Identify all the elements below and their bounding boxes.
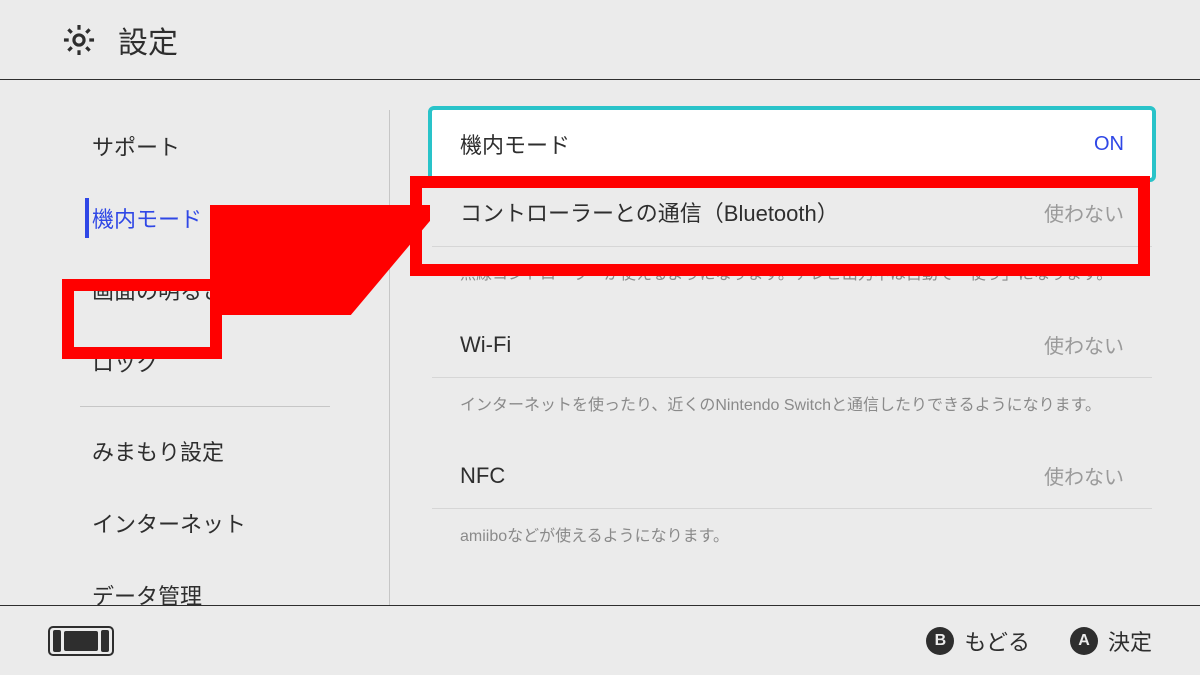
setting-label: 機内モード: [460, 128, 570, 160]
hint-back: B もどる: [926, 625, 1030, 657]
setting-group-bluetooth: コントローラーとの通信（Bluetooth） 使わない 無線コントローラーが使え…: [432, 178, 1152, 312]
console-icon: [48, 626, 114, 656]
sidebar-item-parental[interactable]: みまもり設定: [0, 415, 390, 487]
setting-value: 使わない: [1044, 330, 1124, 359]
setting-description: 無線コントローラーが使えるようになります。テレビ出力中は自動で「使う」になります…: [432, 247, 1152, 312]
setting-row-airplane-mode[interactable]: 機内モード ON: [432, 110, 1152, 178]
b-button-icon: B: [926, 627, 954, 655]
settings-sidebar: サポート 機内モード 画面の明るさ ロック みまもり設定 インターネット データ…: [0, 80, 390, 605]
setting-row-bluetooth[interactable]: コントローラーとの通信（Bluetooth） 使わない: [432, 178, 1152, 247]
settings-gear-icon: [60, 21, 98, 59]
page-title: 設定: [118, 18, 178, 62]
setting-group-nfc: NFC 使わない amiiboなどが使えるようになります。: [432, 443, 1152, 590]
hint-label: 決定: [1108, 625, 1152, 657]
setting-row-nfc[interactable]: NFC 使わない: [432, 443, 1152, 509]
setting-group-wifi: Wi-Fi 使わない インターネットを使ったり、近くのNintendo Swit…: [432, 312, 1152, 443]
settings-main-panel: 機内モード ON コントローラーとの通信（Bluetooth） 使わない 無線コ…: [390, 80, 1200, 605]
sidebar-separator: [80, 406, 330, 407]
a-button-icon: A: [1070, 627, 1098, 655]
vertical-divider: [389, 110, 390, 605]
sidebar-item-support[interactable]: サポート: [0, 110, 390, 182]
body: サポート 機内モード 画面の明るさ ロック みまもり設定 インターネット データ…: [0, 80, 1200, 605]
setting-group-airplane: 機内モード ON: [432, 110, 1152, 178]
hint-ok: A 決定: [1070, 625, 1152, 657]
setting-value: 使わない: [1044, 198, 1124, 227]
hint-label: もどる: [964, 625, 1030, 657]
sidebar-item-airplane-mode[interactable]: 機内モード: [0, 182, 390, 254]
setting-row-wifi[interactable]: Wi-Fi 使わない: [432, 312, 1152, 378]
setting-description: amiiboなどが使えるようになります。: [432, 509, 1152, 590]
setting-label: NFC: [460, 463, 505, 489]
footer: B もどる A 決定: [0, 605, 1200, 675]
sidebar-item-brightness[interactable]: 画面の明るさ: [0, 254, 390, 326]
setting-description: インターネットを使ったり、近くのNintendo Switchと通信したりできる…: [432, 378, 1152, 443]
button-hints: B もどる A 決定: [926, 625, 1152, 657]
setting-value: ON: [1094, 133, 1124, 156]
setting-label: コントローラーとの通信（Bluetooth）: [460, 196, 839, 228]
setting-label: Wi-Fi: [460, 332, 511, 358]
header: 設定: [0, 0, 1200, 80]
sidebar-item-lock[interactable]: ロック: [0, 326, 390, 398]
sidebar-item-internet[interactable]: インターネット: [0, 487, 390, 559]
setting-value: 使わない: [1044, 461, 1124, 490]
